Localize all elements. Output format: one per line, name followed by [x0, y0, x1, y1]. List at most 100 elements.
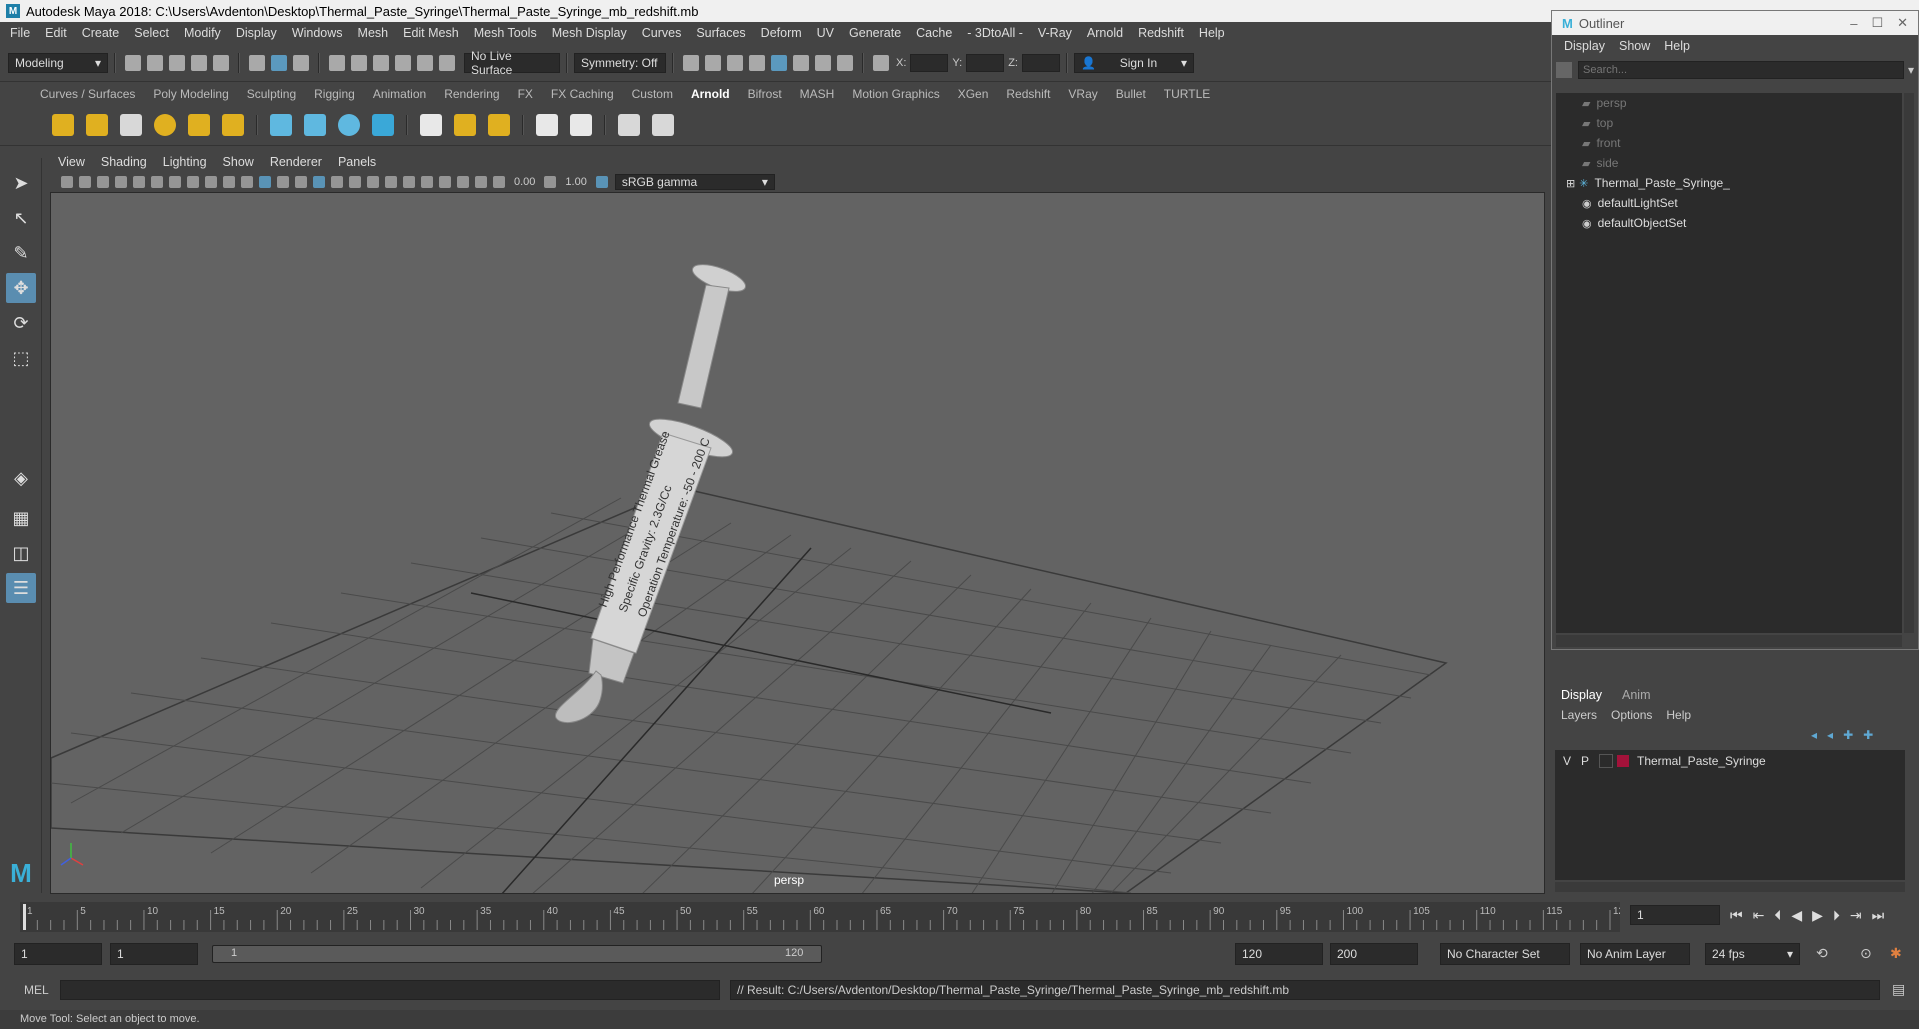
- arnold-volume-icon[interactable]: [304, 113, 326, 136]
- chevron-down-icon[interactable]: ▾: [1908, 63, 1914, 77]
- snap-point-icon[interactable]: [373, 54, 389, 71]
- field-chart-icon[interactable]: [205, 176, 217, 188]
- select-hierarchy-icon[interactable]: [249, 54, 265, 71]
- panel-menu-shading[interactable]: Shading: [101, 155, 147, 169]
- outliner-search-input[interactable]: [1578, 61, 1904, 79]
- live-surface-dropdown[interactable]: No Live Surface: [464, 49, 560, 77]
- layer-visibility-toggle[interactable]: V: [1563, 754, 1581, 768]
- open-scene-icon[interactable]: [147, 54, 163, 71]
- redo-icon[interactable]: [213, 54, 229, 71]
- exposure-icon[interactable]: [493, 176, 505, 188]
- menu-deform[interactable]: Deform: [761, 26, 802, 40]
- menu-select[interactable]: Select: [134, 26, 169, 40]
- shelf-tab-poly-modeling[interactable]: Poly Modeling: [153, 87, 228, 101]
- shelf-tab-custom[interactable]: Custom: [632, 87, 673, 101]
- panel-menu-lighting[interactable]: Lighting: [163, 155, 207, 169]
- layer-menu-options[interactable]: Options: [1611, 708, 1652, 722]
- shelf-tab-vray[interactable]: VRay: [1068, 87, 1097, 101]
- arnold-physical-sky-icon[interactable]: [222, 113, 244, 136]
- gamma-value[interactable]: 1.00: [565, 176, 586, 188]
- menu-file[interactable]: File: [10, 26, 30, 40]
- default-lighting-icon[interactable]: [277, 176, 289, 188]
- layer-menu-layers[interactable]: Layers: [1561, 708, 1597, 722]
- layer-row[interactable]: V P Thermal_Paste_Syringe: [1555, 750, 1905, 772]
- gamma-icon[interactable]: [544, 176, 557, 188]
- menu-v-ray[interactable]: V-Ray: [1038, 26, 1072, 40]
- layer-menu-help[interactable]: Help: [1666, 708, 1691, 722]
- play-backward-icon[interactable]: ◀: [1791, 907, 1802, 924]
- select-tool-icon[interactable]: ➤: [6, 168, 36, 198]
- select-object-icon[interactable]: [271, 54, 287, 71]
- scale-tool-icon[interactable]: ⬚: [6, 343, 36, 373]
- outliner-menu-help[interactable]: Help: [1664, 39, 1690, 53]
- layer-type-toggle[interactable]: [1599, 754, 1613, 768]
- render-frame-icon[interactable]: [683, 54, 699, 71]
- maximize-icon[interactable]: ☐: [1871, 15, 1883, 31]
- arnold-area-light-icon[interactable]: [86, 113, 108, 136]
- arnold-light-manager-icon[interactable]: [536, 113, 558, 136]
- gate-mask-icon[interactable]: [187, 176, 199, 188]
- range-slider[interactable]: 1 120: [212, 945, 822, 963]
- menu-mesh[interactable]: Mesh: [358, 26, 389, 40]
- snap-pivot-icon[interactable]: [439, 54, 455, 71]
- menu-edit[interactable]: Edit: [45, 26, 67, 40]
- layer-color-swatch[interactable]: [1617, 755, 1629, 767]
- outliner-menu-display[interactable]: Display: [1564, 39, 1605, 53]
- panel-menu-view[interactable]: View: [58, 155, 85, 169]
- current-frame-field[interactable]: 1: [1630, 905, 1720, 925]
- layer-list[interactable]: V P Thermal_Paste_Syringe: [1555, 750, 1905, 880]
- anim-preferences-icon[interactable]: ✱: [1890, 945, 1902, 962]
- menu-surfaces[interactable]: Surfaces: [696, 26, 745, 40]
- arnold-skydome-light-icon[interactable]: [52, 113, 74, 136]
- menu-mesh-tools[interactable]: Mesh Tools: [474, 26, 537, 40]
- shelf-tab-mash[interactable]: MASH: [800, 87, 835, 101]
- outliner-item-defaultobjectset[interactable]: ◉ defaultObjectSet: [1556, 213, 1902, 233]
- command-input[interactable]: [60, 980, 720, 1000]
- filter-icon[interactable]: [1556, 62, 1572, 78]
- shelf-tab-fx-caching[interactable]: FX Caching: [551, 87, 614, 101]
- panel-menu-panels[interactable]: Panels: [338, 155, 376, 169]
- animation-end-field[interactable]: 200: [1330, 943, 1418, 965]
- lasso-tool-icon[interactable]: ↖: [6, 203, 36, 233]
- menu-mesh-display[interactable]: Mesh Display: [552, 26, 627, 40]
- minimize-icon[interactable]: –: [1850, 16, 1857, 31]
- textured-icon[interactable]: [295, 176, 307, 188]
- close-icon[interactable]: ✕: [1897, 15, 1908, 31]
- arnold-render-view-shelf-icon[interactable]: [420, 113, 442, 136]
- x-field[interactable]: [910, 53, 949, 72]
- layer-tab-anim[interactable]: Anim: [1622, 688, 1650, 702]
- outliner-item-front[interactable]: ▰ front: [1556, 133, 1902, 153]
- arnold-curve-collector-icon[interactable]: [338, 113, 360, 136]
- pause-icon[interactable]: [837, 54, 853, 71]
- arnold-export-ass-icon[interactable]: [454, 113, 476, 136]
- safe-action-icon[interactable]: [223, 176, 235, 188]
- backface-culling-icon[interactable]: [475, 176, 487, 188]
- move-tool-icon[interactable]: ✥: [6, 273, 36, 303]
- shelf-tab-rigging[interactable]: Rigging: [314, 87, 355, 101]
- command-language-toggle[interactable]: MEL: [24, 983, 49, 997]
- arnold-mesh-light-icon[interactable]: [120, 113, 142, 136]
- playback-end-field[interactable]: 120: [1235, 943, 1323, 965]
- fps-dropdown[interactable]: 24 fps ▾: [1705, 943, 1800, 965]
- character-set-dropdown[interactable]: No Character Set: [1440, 943, 1570, 965]
- paint-select-tool-icon[interactable]: ✎: [6, 238, 36, 268]
- new-layer-selected-icon[interactable]: ✚: [1843, 728, 1853, 742]
- snap-surface-icon[interactable]: [417, 54, 433, 71]
- transform-mode-icon[interactable]: [873, 54, 889, 71]
- outliner-item-side[interactable]: ▰ side: [1556, 153, 1902, 173]
- panel-menu-renderer[interactable]: Renderer: [270, 155, 322, 169]
- menu-3dtoall[interactable]: - 3DtoAll -: [967, 26, 1023, 40]
- menu-curves[interactable]: Curves: [642, 26, 682, 40]
- playback-start-field[interactable]: 1: [110, 943, 198, 965]
- outliner-item-defaultlightset[interactable]: ◉ defaultLightSet: [1556, 193, 1902, 213]
- menu-modify[interactable]: Modify: [184, 26, 221, 40]
- menu-arnold[interactable]: Arnold: [1087, 26, 1123, 40]
- redshift-render-view-icon[interactable]: [793, 54, 809, 71]
- play-forward-icon[interactable]: ▶: [1812, 907, 1823, 924]
- four-view-layout-icon[interactable]: ▦: [6, 503, 36, 533]
- select-camera-icon[interactable]: [61, 176, 73, 188]
- menu-edit-mesh[interactable]: Edit Mesh: [403, 26, 459, 40]
- hypershade-icon[interactable]: [749, 54, 765, 71]
- arnold-standin-icon[interactable]: [270, 113, 292, 136]
- arnold-light-portal-icon[interactable]: [188, 113, 210, 136]
